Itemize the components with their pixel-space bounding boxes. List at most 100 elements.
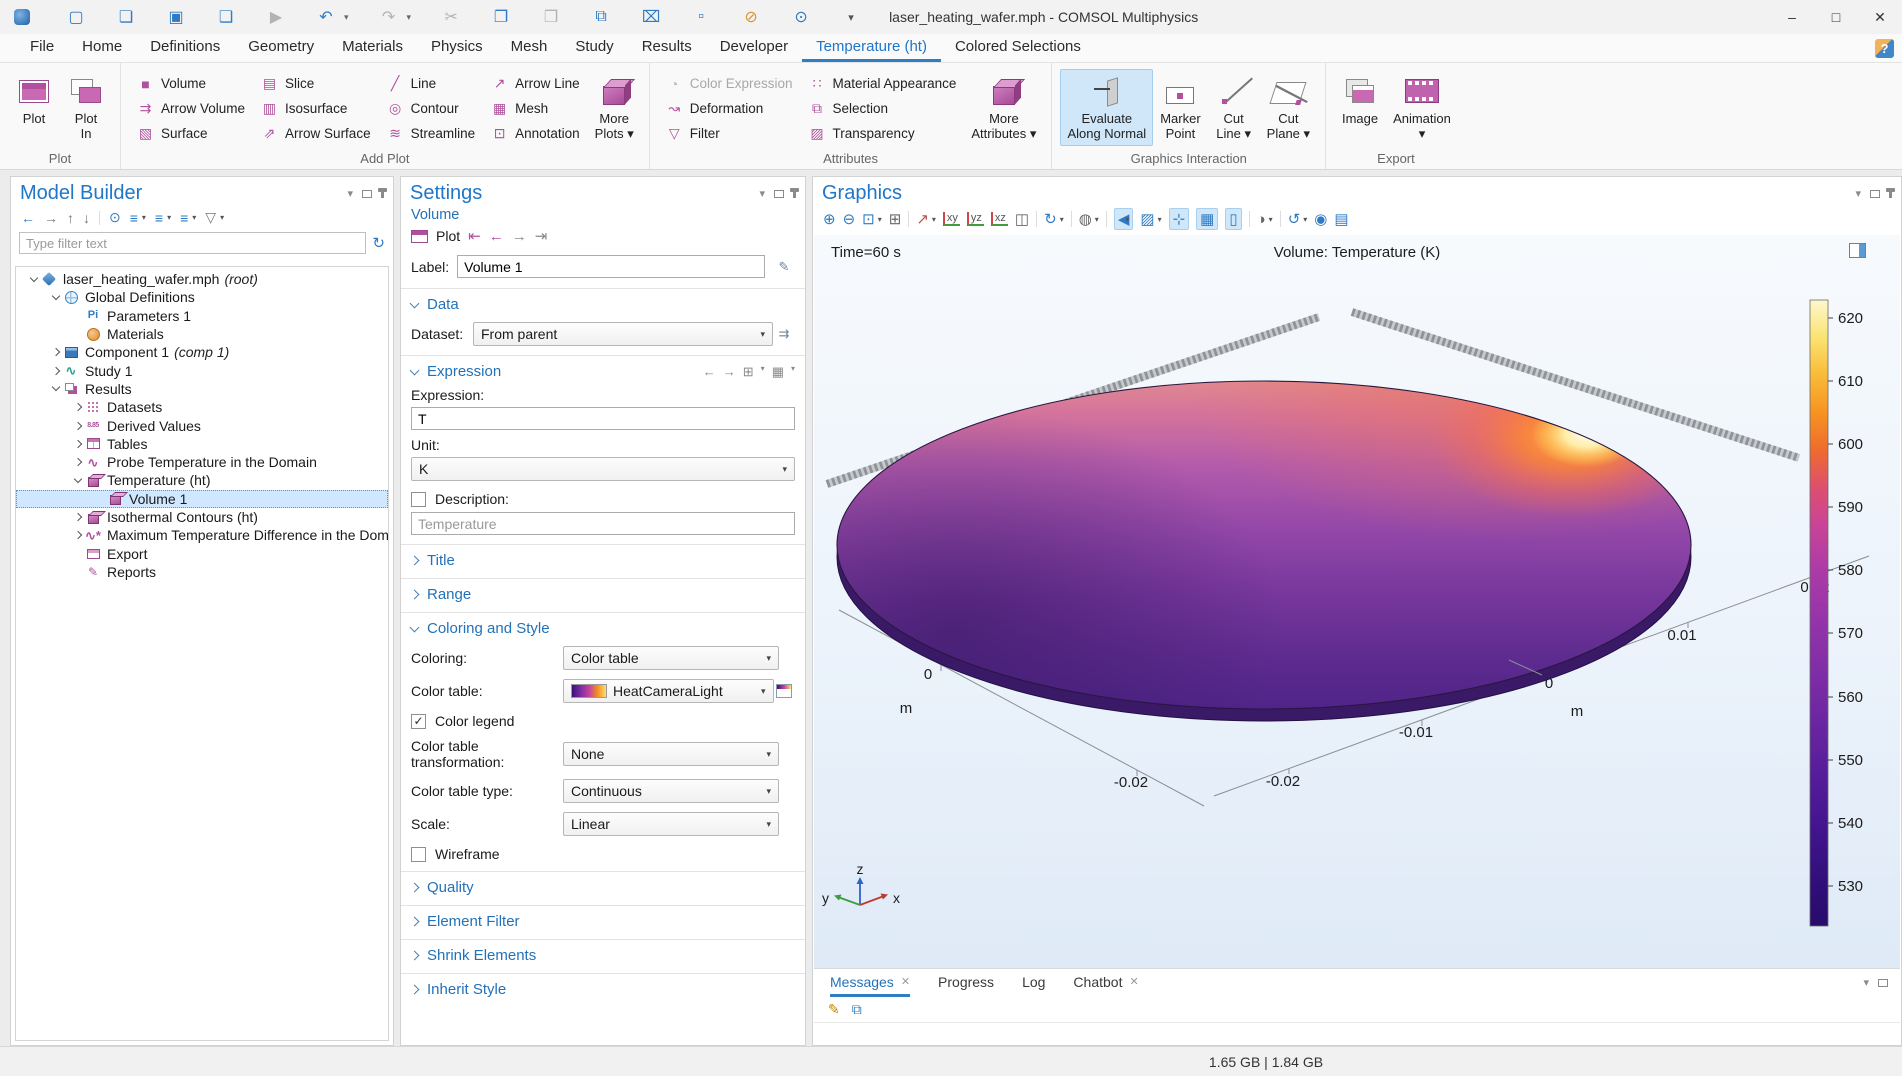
color-legend-checkbox[interactable]: ✓: [411, 714, 426, 729]
tab-chatbot[interactable]: Chatbot✕: [1073, 969, 1138, 997]
tree-item-datasets[interactable]: Datasets: [16, 398, 388, 416]
refresh-icon[interactable]: ↻: [372, 234, 385, 252]
chevron-down-icon[interactable]: [70, 479, 86, 482]
chevron-down-icon[interactable]: [48, 296, 64, 299]
zoom-out-icon[interactable]: ⊖: [843, 210, 856, 228]
tab-developer[interactable]: Developer: [706, 34, 802, 62]
float-panel-icon[interactable]: [362, 190, 372, 198]
evaluate-along-normal-button[interactable]: Evaluate Along Normal: [1060, 69, 1153, 146]
panel-menu-icon[interactable]: ▾: [347, 187, 353, 200]
chevron-right-icon[interactable]: [70, 532, 86, 538]
customize-toolbar-icon[interactable]: ▾: [841, 11, 861, 24]
default-view-icon[interactable]: ↗: [916, 210, 929, 228]
move-down-icon[interactable]: ↓: [83, 210, 90, 226]
cut-line-button[interactable]: Cut Line ▾: [1208, 69, 1260, 146]
tab-colored-selections[interactable]: Colored Selections: [941, 34, 1095, 62]
tab-log[interactable]: Log: [1022, 969, 1045, 997]
tab-file[interactable]: File: [16, 34, 68, 62]
plot-context-icon[interactable]: [1849, 243, 1866, 258]
tree-item-study-1[interactable]: ∿Study 1: [16, 361, 388, 379]
tree-item-volume-1[interactable]: Volume 1: [16, 490, 388, 508]
view-xy-icon[interactable]: xy: [943, 212, 960, 226]
save-icon[interactable]: ▣: [166, 7, 186, 27]
node-order-dropdown-icon[interactable]: ▾: [192, 213, 196, 222]
chevron-down-icon[interactable]: [48, 387, 64, 390]
replace-expression-icon[interactable]: ▦: [772, 364, 784, 380]
first-plot-icon[interactable]: ⇤: [468, 227, 481, 245]
tree-item-parameters-1[interactable]: PiParameters 1: [16, 307, 388, 325]
undo-dropdown-icon[interactable]: ▾: [344, 12, 349, 23]
section-range-header[interactable]: Range: [411, 586, 795, 603]
pin-panel-icon[interactable]: [1889, 189, 1892, 198]
show-icon[interactable]: ⊙: [109, 209, 121, 226]
tab-mesh[interactable]: Mesh: [497, 34, 562, 62]
chevron-right-icon[interactable]: [70, 441, 86, 447]
copy-icon[interactable]: ❐: [491, 7, 511, 27]
description-checkbox[interactable]: [411, 492, 426, 507]
snapshot-icon[interactable]: ◉: [1314, 210, 1327, 228]
add-plot-contour[interactable]: ◎Contour: [379, 97, 484, 121]
move-up-icon[interactable]: ↑: [67, 210, 74, 226]
node-order-icon[interactable]: ≡: [180, 210, 188, 226]
tab-geometry[interactable]: Geometry: [234, 34, 328, 62]
clear-selection-icon[interactable]: ⊘: [741, 7, 761, 27]
next-expression-icon[interactable]: →: [723, 364, 736, 380]
add-plot-arrow-surface[interactable]: ⇗Arrow Surface: [253, 122, 379, 146]
tree-item-max-temperature-difference[interactable]: ∿*Maximum Temperature Difference in the …: [16, 526, 388, 544]
section-shrink-elements-header[interactable]: Shrink Elements: [411, 947, 795, 964]
chevron-right-icon[interactable]: [48, 349, 64, 355]
sound-button[interactable]: ◀▾: [1114, 208, 1134, 230]
rename-icon[interactable]: ✎: [773, 257, 795, 277]
label-input[interactable]: [457, 255, 765, 278]
section-coloring-header[interactable]: Coloring and Style: [411, 620, 795, 637]
section-title-header[interactable]: Title: [411, 552, 795, 569]
tree-filter-input[interactable]: [19, 232, 366, 254]
add-plot-streamline[interactable]: ≋Streamline: [379, 122, 484, 146]
redo-dropdown-icon[interactable]: ▾: [407, 12, 412, 23]
app-logo-icon[interactable]: [14, 9, 30, 25]
tree-item-global-definitions[interactable]: Global Definitions: [16, 288, 388, 306]
copy-messages-icon[interactable]: ⧉: [852, 1001, 862, 1018]
help-icon[interactable]: ?: [1875, 39, 1894, 58]
wireframe-checkbox[interactable]: [411, 847, 426, 862]
minimize-button[interactable]: –: [1770, 0, 1814, 34]
section-data-header[interactable]: Data: [411, 296, 795, 313]
pointer-icon[interactable]: ✎: [828, 1001, 840, 1018]
zoom-box-dropdown-icon[interactable]: ▾: [878, 215, 882, 224]
tab-temperature-ht[interactable]: Temperature (ht): [802, 34, 941, 62]
zoom-box-icon[interactable]: ⊡: [862, 210, 875, 228]
unit-select[interactable]: K▾: [411, 457, 795, 481]
maximize-button[interactable]: □: [1814, 0, 1858, 34]
marker-point-button[interactable]: Marker Point: [1153, 69, 1207, 146]
tab-home[interactable]: Home: [68, 34, 136, 62]
chevron-right-icon[interactable]: [70, 514, 86, 520]
close-button[interactable]: ✕: [1858, 0, 1902, 34]
add-plot-slice[interactable]: ▤Slice: [253, 72, 379, 96]
tab-materials[interactable]: Materials: [328, 34, 417, 62]
color-table-list-icon[interactable]: [774, 681, 795, 701]
back-icon[interactable]: ←: [21, 210, 35, 226]
attr-deformation[interactable]: ↝Deformation: [658, 97, 801, 121]
show-legend-toggle[interactable]: ▯: [1225, 208, 1241, 230]
attr-filter[interactable]: ▽Filter: [658, 122, 801, 146]
tree-item-probe-temperature[interactable]: ∿Probe Temperature in the Domain: [16, 453, 388, 471]
tree-item-results[interactable]: Results: [16, 380, 388, 398]
perspective-icon[interactable]: ◫: [1015, 210, 1029, 228]
view-yz-icon[interactable]: yz: [967, 212, 984, 226]
view-xz-icon[interactable]: xz: [991, 212, 1008, 226]
tree-item-isothermal-contours[interactable]: Isothermal Contours (ht): [16, 508, 388, 526]
default-view-dropdown-icon[interactable]: ▾: [932, 215, 936, 224]
color-table-type-select[interactable]: Continuous▾: [563, 779, 779, 803]
update-dropdown-icon[interactable]: ▾: [1303, 215, 1307, 224]
tree-item-materials[interactable]: Materials: [16, 325, 388, 343]
tab-study[interactable]: Study: [561, 34, 627, 62]
undo-icon[interactable]: ↶: [316, 7, 336, 27]
insert-expression-icon[interactable]: ⊞: [743, 364, 754, 380]
section-quality-header[interactable]: Quality: [411, 879, 795, 896]
expression-input[interactable]: [411, 407, 795, 430]
tree-item-root[interactable]: laser_heating_wafer.mph(root): [16, 270, 388, 288]
tab-definitions[interactable]: Definitions: [136, 34, 234, 62]
scene-light-dropdown-icon[interactable]: ▾: [1095, 215, 1099, 224]
transparency-dropdown-icon[interactable]: ▾: [1158, 215, 1162, 224]
close-tab-icon[interactable]: ✕: [901, 975, 910, 988]
